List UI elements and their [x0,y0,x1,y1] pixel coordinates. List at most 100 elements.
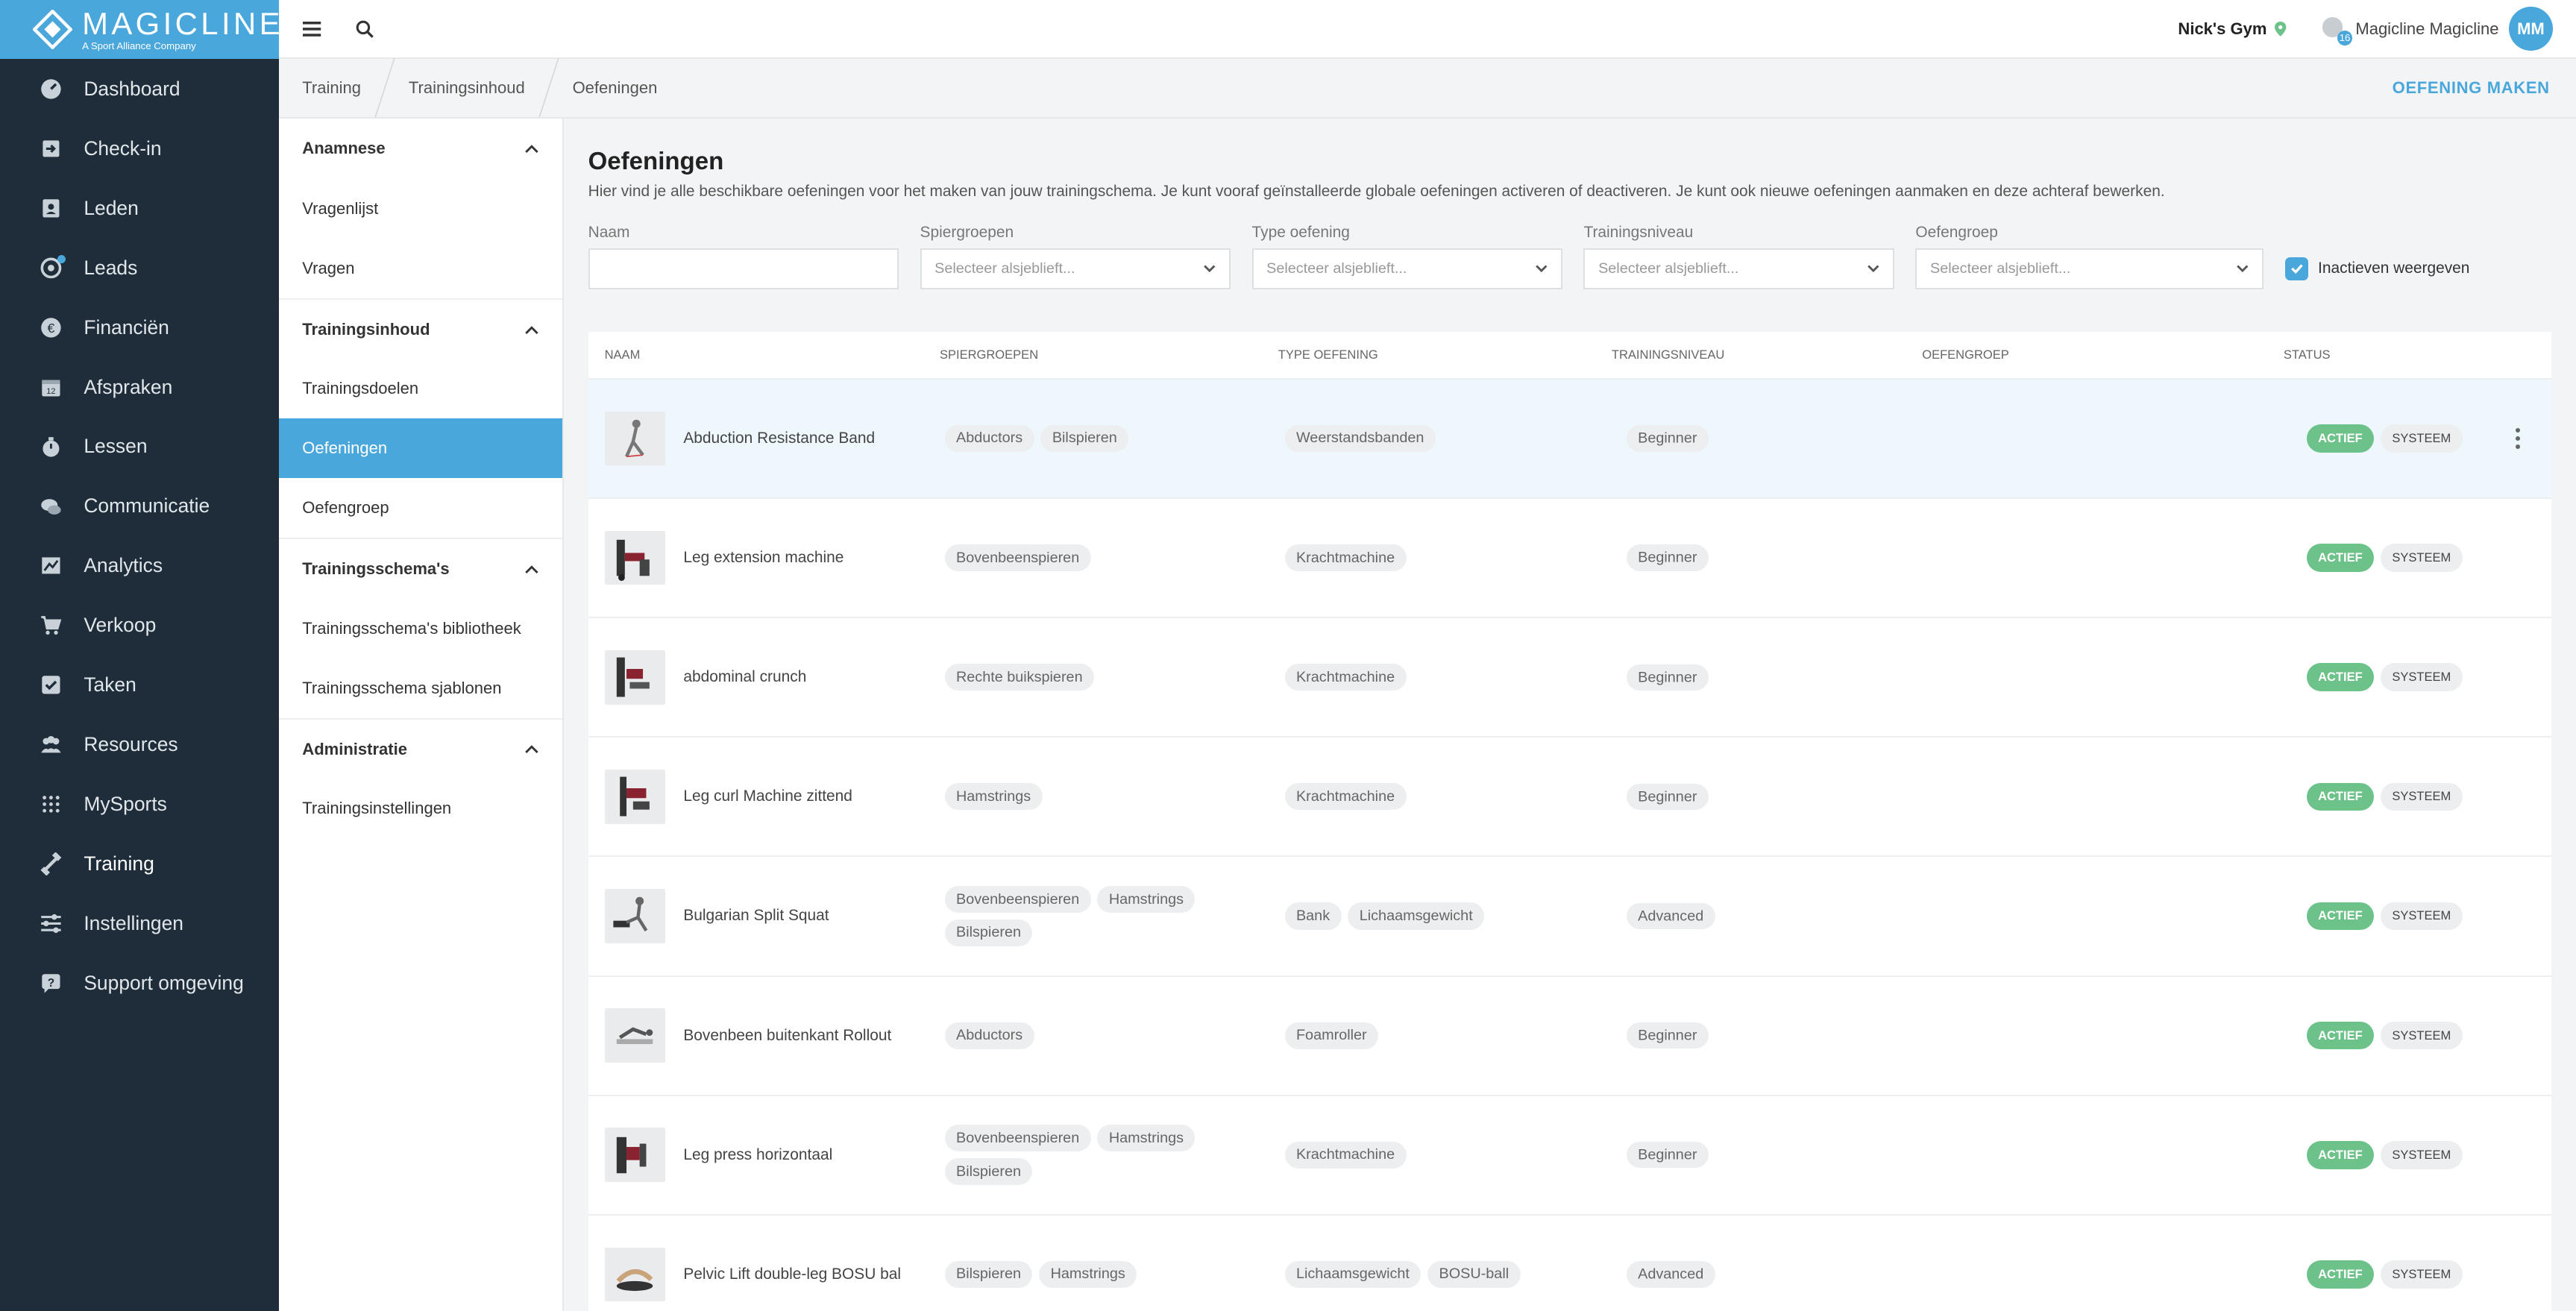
status-cell: ACTIEF SYSTEEM [2284,1021,2551,1050]
table-row[interactable]: Bulgarian Split Squat Bovenbeenspieren Ham… [588,857,2551,977]
user-menu[interactable]: 16 Magicline Magicline MM [2322,6,2554,51]
subnav-item[interactable]: Vragen [279,239,562,298]
more-options-icon[interactable] [2515,427,2522,450]
table-row[interactable]: Leg curl Machine zittend Hamstrings Kracht… [588,738,2551,858]
muscle-filter-placeholder: Selecteer alsjeblieft... [934,260,1075,277]
calendar-icon: 12 [40,376,63,399]
status-cell: ACTIEF SYSTEEM [2284,1140,2551,1169]
subnav-item[interactable]: Vragenlijst [279,179,562,239]
sub-navigation: Anamnese Vragenlijst Vragen Trainingsinhoud… [279,118,564,1311]
muscle-filter-label: Spiergroepen [920,223,1014,241]
subnav-item[interactable]: Trainingsdoelen [279,359,562,419]
muscle-tag: Abductors [944,1022,1034,1049]
create-exercise-button[interactable]: OEFENING MAKEN [2393,78,2576,98]
table-row[interactable]: Bovenbeen buitenkant Rollout Abductors Foa… [588,977,2551,1096]
subnav-section-header[interactable]: Administratie [279,717,562,779]
status-badge-active: ACTIEF [2306,663,2375,691]
nav-item-dashboard[interactable]: Dashboard [0,59,279,119]
top-bar: Nick's Gym 16 Magicline Magicline MM [279,0,2576,60]
table-row[interactable]: Abduction Resistance Band Abductors Bilspi… [588,379,2551,499]
group-filter-select[interactable]: Selecteer alsjeblieft... [1915,248,2264,289]
nav-item-label: Check-in [84,136,162,160]
column-header-type[interactable]: TYPE OEFENING [1255,348,1589,362]
nav-item-taken[interactable]: Taken [0,656,279,715]
nav-item-leden[interactable]: Leden [0,178,279,238]
muscle-tag: Bilspieren [944,1158,1033,1186]
exercise-thumbnail [604,530,666,585]
level-cell: Beginner [1589,1022,1922,1049]
table-row[interactable]: Leg press horizontaal Bovenbeenspieren Ham… [588,1096,2551,1216]
nav-item-afspraken[interactable]: 12 Afspraken [0,357,279,417]
subnav-item[interactable]: Oefengroep [279,478,562,538]
nav-item-communicatie[interactable]: Communicatie [0,477,279,536]
subnav-section-header[interactable]: Anamnese [279,119,562,180]
show-inactive-checkbox[interactable]: Inactieven weergeven [2285,248,2469,289]
type-cell: Krachtmachine [1255,664,1589,691]
nav-item-leads[interactable]: Leads [0,238,279,298]
notification-badge[interactable]: 16 [2322,17,2352,45]
nav-item-analytics[interactable]: Analytics [0,536,279,596]
subnav-section-header[interactable]: Trainingsinhoud [279,298,562,359]
menu-toggle-icon[interactable] [299,16,325,42]
type-tag: Foamroller [1284,1022,1379,1049]
muscles-cell: Abductors [922,1022,1255,1049]
column-header-status[interactable]: STATUS [2284,348,2551,362]
name-filter-input[interactable] [588,248,899,289]
exercise-name: Bovenbeen buitenkant Rollout [683,1026,892,1044]
nav-item-instellingen[interactable]: Instellingen [0,894,279,954]
breadcrumb-trainingsinhoud[interactable]: Trainingsinhoud [386,59,548,116]
gym-name: Nick's Gym [2178,19,2267,38]
table-row[interactable]: abdominal crunch Rechte buikspieren Kracht… [588,618,2551,738]
level-filter-select[interactable]: Selecteer alsjeblieft... [1583,248,1894,289]
nav-item-resources[interactable]: Resources [0,715,279,775]
nav-item-label: Lessen [84,435,148,458]
exercise-name-cell: Leg curl Machine zittend [588,770,922,824]
dashboard-icon [40,78,63,101]
muscle-tag: Hamstrings [1039,1260,1137,1288]
gym-selector[interactable]: Nick's Gym [2178,19,2287,39]
column-header-name[interactable]: NAAM [588,348,922,362]
search-icon[interactable] [351,16,377,42]
nav-item-label: Leden [84,196,139,219]
nav-item-financi-n[interactable]: € Financiën [0,298,279,357]
muscle-tag: Hamstrings [1097,885,1196,914]
nav-item-training[interactable]: Training [0,834,279,894]
muscle-tag: Bovenbeenspieren [944,1125,1091,1152]
brand-logo[interactable]: MAGICLINE A Sport Alliance Company [0,0,280,60]
classes-icon [40,436,63,459]
column-header-muscles[interactable]: SPIERGROEPEN [922,348,1255,362]
subnav-section-title: Trainingsinhoud [302,319,430,339]
type-filter-label: Type oefening [1251,223,1350,241]
breadcrumb-training[interactable]: Training [279,59,383,116]
subnav-item[interactable]: Trainingsschema's bibliotheek [279,599,562,658]
avatar[interactable]: MM [2508,6,2554,51]
table-row[interactable]: Pelvic Lift double-leg BOSU bal Bilspiere… [588,1216,2551,1311]
column-header-group[interactable]: OEFENGROEP [1922,348,2284,362]
status-cell: ACTIEF SYSTEEM [2284,663,2551,691]
subnav-item[interactable]: Oefeningen [279,418,562,479]
muscle-tag: Hamstrings [1097,1125,1196,1152]
level-cell: Advanced [1589,902,1922,930]
nav-item-lessen[interactable]: Lessen [0,417,279,477]
type-cell: Foamroller [1255,1022,1589,1049]
nav-item-check-in[interactable]: Check-in [0,119,279,178]
column-header-level[interactable]: TRAININGSNIVEAU [1589,348,1922,362]
nav-item-support-omgeving[interactable]: ? Support omgeving [0,954,279,1013]
status-badge-active: ACTIEF [2306,544,2375,572]
table-row[interactable]: Leg extension machine Bovenbeenspieren Kra… [588,499,2551,619]
subnav-item[interactable]: Trainingsinstellingen [279,779,562,838]
nav-item-verkoop[interactable]: Verkoop [0,596,279,656]
type-tag: Krachtmachine [1284,783,1407,811]
nav-item-label: MySports [84,793,167,816]
subnav-section-header[interactable]: Trainingsschema's [279,538,562,599]
status-badge-system: SYSTEEM [2380,782,2463,811]
muscle-tag: Bilspieren [1040,424,1129,453]
subnav-item[interactable]: Trainingsschema sjablonen [279,658,562,718]
level-cell: Beginner [1589,1142,1922,1169]
exercise-thumbnail [604,1128,666,1183]
nav-item-mysports[interactable]: MySports [0,775,279,834]
type-filter-select[interactable]: Selecteer alsjeblieft... [1251,248,1562,289]
group-filter-placeholder: Selecteer alsjeblieft... [1930,260,2071,277]
type-tag: Lichaamsgewicht [1348,902,1485,930]
muscle-filter-select[interactable]: Selecteer alsjeblieft... [920,248,1231,289]
